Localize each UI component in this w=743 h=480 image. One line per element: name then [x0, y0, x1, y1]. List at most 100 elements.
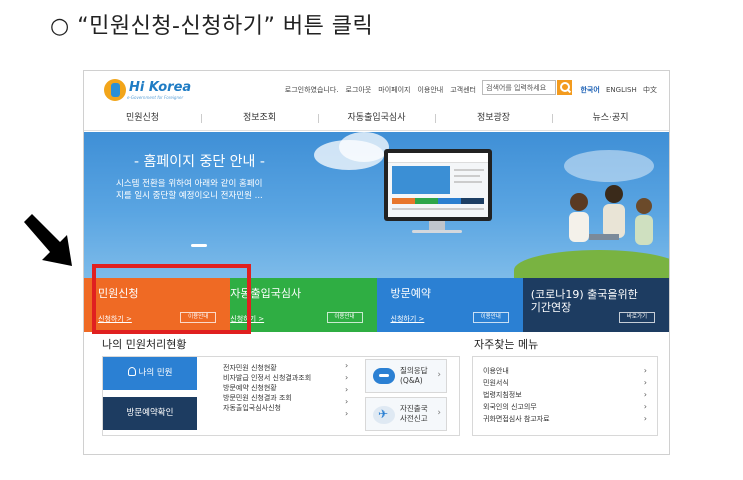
- faq-item[interactable]: 외국인의 신고의무 ›: [483, 401, 647, 413]
- chevron-right-icon: ›: [345, 361, 349, 370]
- my-civil-button[interactable]: 나의 민원: [103, 357, 197, 390]
- departure-label-line: 사전신고: [400, 414, 428, 423]
- chevron-right-icon: ›: [437, 370, 441, 380]
- utility-links: 로그인하였습니다. 로그아웃 마이페이지 이용안내 고객센터: [278, 85, 476, 95]
- tile-visit-reservation[interactable]: 방문예약 신청하기 > 이용안내: [376, 278, 523, 332]
- visit-check-button[interactable]: 방문예약확인: [103, 397, 197, 430]
- site-logo[interactable]: Hi Korea e-Government for Foreigner: [104, 79, 191, 101]
- screen-line: [454, 169, 484, 171]
- faq-item[interactable]: 귀화면접심사 참고자료 ›: [483, 413, 647, 425]
- faq-item[interactable]: 민원서식 ›: [483, 377, 647, 389]
- nav-info-plaza[interactable]: 정보광장: [435, 109, 552, 130]
- screen-line: [454, 175, 480, 177]
- faq-item-label: 이용안내: [483, 367, 509, 375]
- people-illustration: [569, 185, 653, 245]
- search-input[interactable]: 검색어를 입력하세요: [482, 80, 556, 95]
- monitor-foot: [412, 230, 462, 233]
- nav-civil-application[interactable]: 민원신청: [84, 109, 201, 130]
- my-civil-label: 나의 민원: [138, 368, 173, 378]
- faq-item[interactable]: 법령지침정보 ›: [483, 389, 647, 401]
- chevron-right-icon: ›: [643, 366, 647, 375]
- chevron-right-icon: ›: [643, 414, 647, 423]
- airplane-icon: [373, 406, 395, 424]
- faq-item-label: 법령지침정보: [483, 391, 522, 399]
- tile-title: 방문예약: [390, 287, 431, 300]
- status-panel: 나의 민원 방문예약확인 전자민원 신청현황 비자발급 인정서 신청결과조회 방…: [102, 356, 460, 436]
- guide-button[interactable]: 이용안내: [326, 312, 363, 323]
- mypage-link[interactable]: 마이페이지: [378, 85, 410, 95]
- qa-label-line: (Q&A): [400, 376, 423, 385]
- faq-item-label: 민원서식: [483, 379, 509, 387]
- tile-covid-extension[interactable]: (코로나19) 출국을위한 기간연장 바로가기: [522, 278, 669, 332]
- notice-banner[interactable]: - 홈페이지 중단 안내 - 시스템 전환을 위하여 아래와 같이 홈페이 지를…: [84, 132, 669, 278]
- lang-korean[interactable]: 한국어: [580, 86, 599, 94]
- guide-button[interactable]: 이용안내: [472, 312, 509, 323]
- departure-report-button[interactable]: 자진출국 사전신고 ›: [365, 397, 447, 431]
- nav-auto-immigration[interactable]: 자동출입국심사: [318, 109, 435, 130]
- status-link[interactable]: 전자민원 신청현황: [223, 363, 311, 373]
- main-nav: 민원신청 정보조회 자동출입국심사 정보광장 뉴스·공지: [84, 109, 669, 131]
- banner-desc-line: 시스템 전환을 위하여 아래와 같이 홈페이: [116, 179, 263, 189]
- lang-chinese[interactable]: 中文: [643, 86, 657, 94]
- banner-description: 시스템 전환을 위하여 아래와 같이 홈페이 지를 일시 중단할 예정이오니 전…: [116, 178, 263, 202]
- apply-link[interactable]: 신청하기 >: [391, 314, 425, 324]
- person-icon: [127, 367, 136, 376]
- faq-item-label: 귀화면접심사 참고자료: [483, 415, 550, 423]
- chevron-right-icon: ›: [643, 402, 647, 411]
- departure-label: 자진출국 사전신고: [400, 404, 428, 424]
- instruction-text: ○ “민원신청-신청하기” 버튼 클릭: [50, 14, 374, 39]
- faq-list: 이용안내 › 민원서식 › 법령지침정보 › 외국인의 신고의무 › 귀화면접심사 참고…: [483, 365, 647, 425]
- guide-link[interactable]: 이용안내: [417, 85, 443, 95]
- status-link[interactable]: 자동출입국심사신청: [223, 403, 311, 413]
- faq-item[interactable]: 이용안내 ›: [483, 365, 647, 377]
- banner-desc-line: 지를 일시 중단할 예정이오니 전자민원 ...: [116, 191, 263, 201]
- login-status: 로그인하였습니다.: [284, 86, 339, 94]
- banner-title: - 홈페이지 중단 안내 -: [134, 154, 265, 170]
- status-link[interactable]: 방문민원 신청결과 조회: [223, 393, 311, 403]
- faq-item-label: 외국인의 신고의무: [483, 403, 537, 411]
- chevron-right-icon: ›: [345, 397, 349, 406]
- logout-link[interactable]: 로그아웃: [346, 85, 372, 95]
- qa-label-line: 질의응답: [400, 366, 428, 375]
- monitor-illustration: [384, 149, 492, 221]
- screen-tiles: [392, 198, 484, 204]
- website-screenshot: Hi Korea e-Government for Foreigner 로그인하…: [83, 70, 670, 455]
- chevron-right-icon: ›: [643, 378, 647, 387]
- logo-text: Hi Korea: [129, 80, 192, 95]
- status-links: 전자민원 신청현황 비자발급 인정서 신청결과조회 방문예약 신청현황 방문민원…: [223, 363, 311, 413]
- chevron-right-icon: ›: [345, 385, 349, 394]
- screen-line: [392, 208, 484, 210]
- faq-section-title: 자주찾는 메뉴: [474, 338, 539, 351]
- screen-image: [392, 166, 450, 194]
- tile-title-line: (코로나19) 출국을위한: [530, 288, 638, 301]
- status-link[interactable]: 방문예약 신청현황: [223, 383, 311, 393]
- shortcut-button[interactable]: 바로가기: [619, 312, 655, 323]
- qa-label: 질의응답 (Q&A): [400, 366, 428, 386]
- cloud-shape: [339, 132, 389, 162]
- language-links: 한국어 ENGLISH 中文: [576, 85, 657, 95]
- lang-english[interactable]: ENGLISH: [606, 86, 637, 94]
- chevron-right-icon: ›: [345, 373, 349, 382]
- customer-center-link[interactable]: 고객센터: [450, 85, 476, 95]
- qa-button[interactable]: 질의응답 (Q&A) ›: [365, 359, 447, 393]
- status-section-title: 나의 민원처리현황: [102, 338, 187, 351]
- tutorial-page: ○ “민원신청-신청하기” 버튼 클릭 Hi Korea e-Governmen…: [0, 0, 743, 480]
- monitor-screen: [388, 153, 488, 217]
- nav-info-lookup[interactable]: 정보조회: [201, 109, 318, 130]
- chevron-right-icon: ›: [643, 390, 647, 399]
- status-link[interactable]: 비자발급 인정서 신청결과조회: [223, 373, 311, 383]
- screen-header: [388, 153, 488, 163]
- site-header: Hi Korea e-Government for Foreigner 로그인하…: [84, 71, 669, 107]
- slide-indicator[interactable]: [191, 244, 207, 247]
- faq-panel: 이용안내 › 민원서식 › 법령지침정보 › 외국인의 신고의무 › 귀화면접심사 참고…: [472, 356, 658, 436]
- pointer-arrow-icon: [24, 214, 72, 266]
- logo-icon: [104, 79, 126, 101]
- tile-auto-immigration[interactable]: 자동출입국심사 신청하기 > 이용안내: [230, 278, 377, 332]
- screen-line: [454, 181, 482, 183]
- search-icon[interactable]: [557, 80, 572, 95]
- highlight-box: [92, 264, 251, 334]
- chat-icon: [373, 368, 395, 384]
- chevron-right-icon: ›: [345, 409, 349, 418]
- nav-news[interactable]: 뉴스·공지: [552, 109, 669, 130]
- departure-label-line: 자진출국: [400, 404, 428, 413]
